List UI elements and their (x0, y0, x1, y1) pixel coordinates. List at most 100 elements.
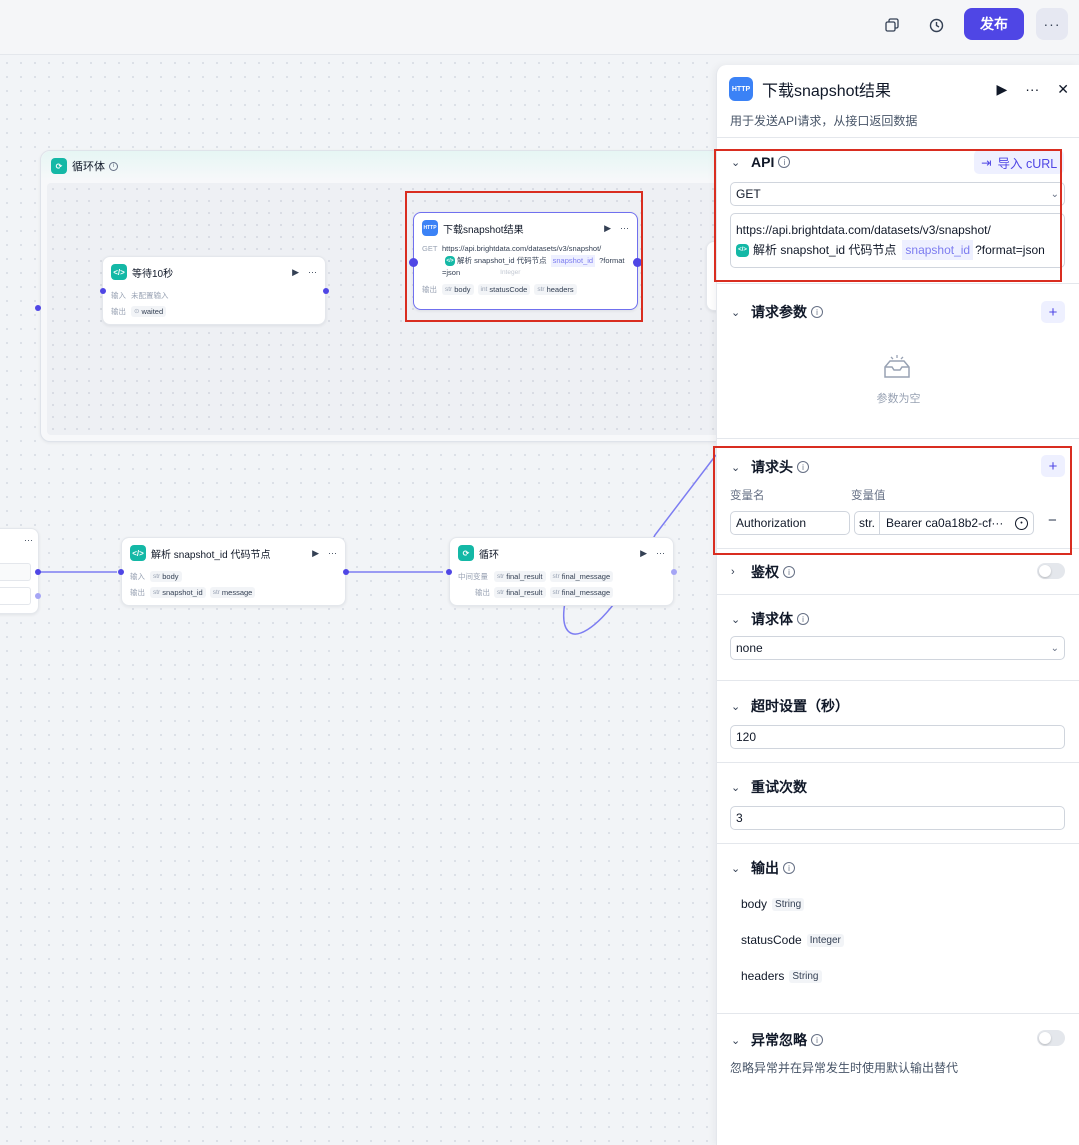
headers-section-title[interactable]: ⌄ 请求头 i (731, 457, 809, 477)
run-icon[interactable]: ▶ (996, 81, 1007, 98)
connection-handle[interactable] (633, 258, 642, 267)
more-button[interactable]: ··· (1036, 8, 1068, 40)
retry-section-title[interactable]: ⌄ 重试次数 (731, 777, 807, 797)
publish-button[interactable]: 发布 (964, 8, 1024, 40)
connection-handle[interactable] (671, 569, 677, 575)
input-label: 输入 (111, 290, 126, 300)
info-icon: i (109, 161, 118, 171)
run-icon[interactable]: ▶ (604, 223, 611, 234)
divider (717, 438, 1079, 439)
run-icon[interactable]: ▶ (292, 267, 299, 278)
prev-node-partial[interactable]: ··· (0, 528, 39, 614)
loop-node[interactable]: ⟳ 循环 ▶ ··· 中间变量 str final_result str final_… (449, 537, 674, 606)
timeout-input[interactable]: 120 (730, 725, 1065, 749)
code-icon: </> (111, 264, 127, 280)
auth-section-title[interactable]: › 鉴权 i (731, 562, 795, 582)
ignore-error-section-title[interactable]: ⌄ 异常忽略 i (731, 1030, 823, 1050)
info-icon: i (783, 566, 795, 578)
input-field[interactable] (0, 587, 31, 605)
add-header-button[interactable]: + (1041, 455, 1065, 477)
section-label: 超时设置（秒） (751, 698, 849, 714)
copy-icon[interactable] (877, 10, 907, 40)
connection-handle[interactable] (35, 593, 41, 599)
section-label: 请求参数 (751, 304, 807, 320)
panel-header: HTTP 下载snapshot结果 ▶ ··· ✕ (729, 77, 1069, 101)
connection-handle[interactable] (35, 569, 41, 575)
more-icon[interactable]: ··· (308, 267, 317, 278)
timeout-section-title[interactable]: ⌄ 超时设置（秒） (731, 696, 849, 716)
chevron-down-icon: ⌄ (1050, 188, 1059, 200)
more-icon[interactable]: ··· (328, 548, 337, 559)
add-param-button[interactable]: + (1041, 301, 1065, 323)
connection-handle[interactable] (446, 569, 452, 575)
params-section-title[interactable]: ⌄ 请求参数 i (731, 302, 823, 322)
api-section-title[interactable]: ⌄ API i (731, 154, 791, 170)
output-var: final_result (506, 587, 543, 597)
connection-handle[interactable] (118, 569, 124, 575)
input-field[interactable] (0, 563, 31, 581)
more-icon[interactable]: ··· (24, 535, 33, 545)
body-section-title[interactable]: ⌄ 请求体 i (731, 609, 809, 629)
ref-var: snapshot_id (550, 255, 596, 267)
section-label: API (751, 154, 775, 170)
panel-title[interactable]: 下载snapshot结果 (762, 77, 891, 101)
node-title: 下载snapshot结果 (443, 224, 524, 236)
connection-handle[interactable] (35, 305, 41, 311)
output-item: body String (741, 897, 805, 911)
section-label: 重试次数 (751, 779, 807, 795)
type-tag: str (497, 588, 505, 596)
wait-node[interactable]: </> 等待10秒 ▶ ··· 输入 未配置输入 输出 ⊙ waited (102, 256, 326, 325)
run-icon[interactable]: ▶ (312, 548, 319, 559)
connection-handle[interactable] (343, 569, 349, 575)
node-title: 等待10秒 (132, 268, 174, 280)
auth-toggle[interactable] (1037, 563, 1065, 579)
type-tag: str (552, 588, 560, 596)
ghost-type: Integer (500, 269, 521, 276)
more-icon[interactable]: ··· (620, 223, 629, 234)
panel-description[interactable]: 用于发送API请求，从接口返回数据 (730, 112, 917, 129)
output-section-title[interactable]: ⌄ 输出 i (731, 858, 795, 878)
parse-code-node[interactable]: </> 解析 snapshot_id 代码节点 ▶ ··· 输入 str body 输… (121, 537, 346, 606)
history-icon[interactable] (921, 10, 951, 40)
divider (717, 843, 1079, 844)
output-var: waited (141, 306, 164, 316)
output-var: final_message (561, 587, 611, 597)
output-var: message (221, 587, 253, 597)
remove-header-button[interactable]: − (1048, 512, 1057, 529)
value-type[interactable]: str. (855, 512, 881, 534)
import-curl-button[interactable]: ⇥ 导入 cURL (974, 150, 1065, 174)
type-tag: str (212, 588, 220, 596)
header-name-input[interactable]: Authorization (730, 511, 850, 535)
connection-handle[interactable] (323, 288, 329, 294)
more-icon[interactable]: ··· (1025, 81, 1039, 98)
method-select[interactable]: GET ⌄ (730, 182, 1065, 206)
code-icon: </> (130, 545, 146, 561)
url-input[interactable]: https://api.brightdata.com/datasets/v3/s… (730, 213, 1065, 268)
close-icon[interactable]: ✕ (1057, 81, 1069, 98)
variable-picker-icon[interactable]: • (1015, 516, 1028, 530)
output-item: statusCode Integer (741, 933, 844, 947)
header-value-input[interactable]: str. Bearer ca0a18b2-cf··· • (854, 511, 1034, 535)
connection-handle[interactable] (409, 258, 418, 267)
retry-value: 3 (736, 811, 743, 825)
loop-icon: ⟳ (51, 158, 67, 174)
ignore-error-toggle[interactable] (1037, 1030, 1065, 1046)
node-title: 解析 snapshot_id 代码节点 (151, 549, 271, 561)
info-icon: i (797, 613, 809, 625)
run-icon[interactable]: ▶ (640, 548, 647, 559)
chevron-down-icon: ⌄ (731, 613, 741, 626)
input-value: 未配置输入 (131, 290, 169, 300)
connection-handle[interactable] (100, 288, 106, 294)
chevron-down-icon: ⌄ (731, 781, 741, 794)
timeout-value: 120 (736, 730, 757, 744)
type-tag: str (537, 285, 545, 293)
info-icon: i (811, 1034, 823, 1046)
type-tag: str (497, 572, 505, 580)
mid-var: final_message (561, 571, 611, 581)
method-value: GET (736, 187, 761, 201)
retry-input[interactable]: 3 (730, 806, 1065, 830)
http-request-node[interactable]: HTTP 下载snapshot结果 ▶ ··· GET https://api.br… (413, 212, 638, 310)
http-icon: HTTP (422, 220, 438, 236)
body-type-select[interactable]: none ⌄ (730, 636, 1065, 660)
more-icon[interactable]: ··· (656, 548, 665, 559)
